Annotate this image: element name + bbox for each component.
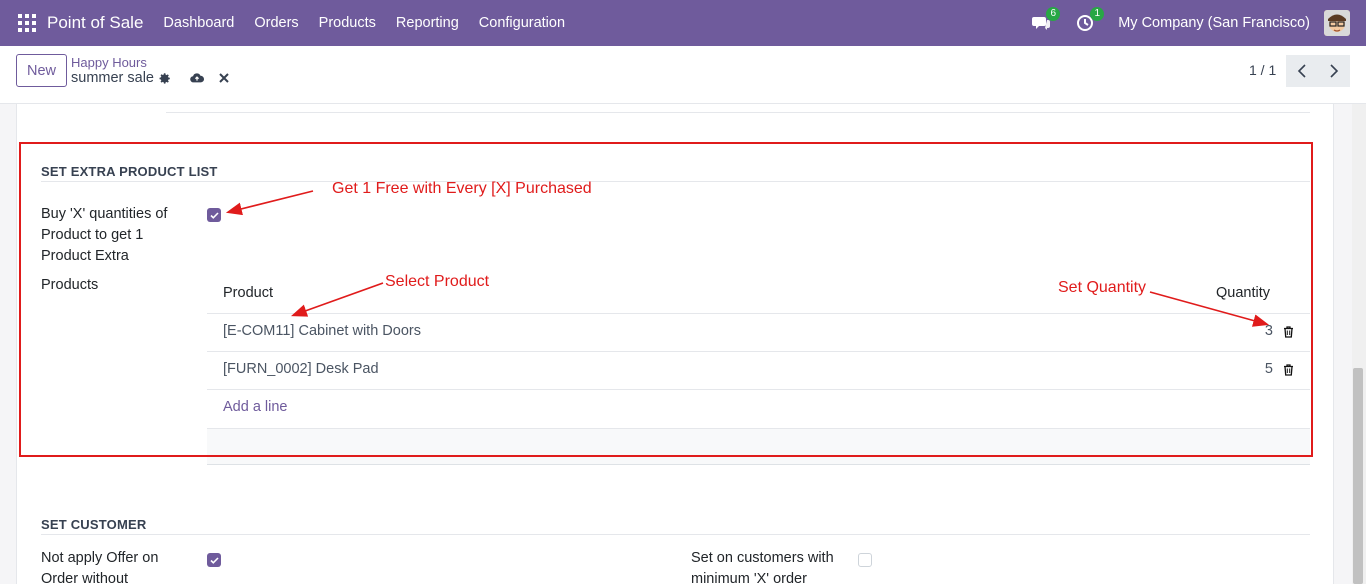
set-on-customers-checkbox[interactable] (858, 553, 872, 567)
section-title-customer: SET CUSTOMER (41, 517, 147, 532)
table-row-quantity[interactable]: 5 (1243, 361, 1273, 377)
trash-icon[interactable] (1282, 363, 1294, 376)
activities-badge: 1 (1090, 7, 1105, 21)
add-a-line-link[interactable]: Add a line (223, 399, 288, 415)
breadcrumb-parent[interactable]: Happy Hours (71, 55, 147, 70)
annotation-select-product: Select Product (385, 273, 490, 290)
section-divider (41, 181, 1310, 182)
trash-icon[interactable] (1282, 325, 1294, 338)
discard-close-icon[interactable] (217, 71, 231, 85)
table-row-product[interactable]: [E-COM11] Cabinet with Doors (223, 323, 421, 339)
table-row-divider (207, 389, 1310, 390)
check-icon (209, 556, 219, 564)
new-button[interactable]: New (16, 54, 67, 87)
products-label: Products (41, 277, 99, 293)
annotation-free-note: Get 1 Free with Every [X] Purchased (332, 180, 592, 197)
buy-x-label: Buy 'X' quantities of Product to get 1 P… (41, 206, 168, 264)
apps-menu-icon[interactable] (18, 14, 36, 32)
set-on-customers-label: Set on customers with minimum 'X' order (691, 550, 834, 584)
activities-clock-icon[interactable]: 1 (1074, 7, 1105, 34)
table-row-divider (207, 351, 1310, 352)
section-title-extra-product: SET EXTRA PRODUCT LIST (41, 164, 218, 179)
pager-previous-button[interactable] (1286, 55, 1318, 87)
record-name: summer sale (71, 70, 154, 86)
company-switcher[interactable]: My Company (San Francisco) (1118, 15, 1310, 31)
menu-orders[interactable]: Orders (254, 15, 298, 31)
column-header-product[interactable]: Product (223, 285, 273, 301)
check-icon (209, 211, 219, 219)
section-divider (41, 534, 1310, 535)
pager-value[interactable]: 1 / 1 (1249, 62, 1276, 78)
menu-configuration[interactable]: Configuration (479, 15, 565, 31)
annotation-set-quantity: Set Quantity (1058, 279, 1147, 296)
menu-products[interactable]: Products (319, 15, 376, 31)
top-navbar: Point of Sale Dashboard Orders Products … (0, 0, 1366, 46)
user-avatar[interactable] (1324, 10, 1350, 36)
pager-next-button[interactable] (1318, 55, 1350, 87)
menu-reporting[interactable]: Reporting (396, 15, 459, 31)
cloud-save-icon[interactable] (190, 71, 204, 85)
not-apply-offer-label: Not apply Offer on Order without (41, 550, 159, 584)
navbar-systray: 6 1 My Company (San Francisco) (1030, 0, 1350, 46)
control-panel: New Happy Hours summer sale 1 / 1 (0, 46, 1366, 104)
divider (166, 112, 1310, 113)
scrollbar-thumb[interactable] (1353, 368, 1363, 584)
not-apply-offer-checkbox[interactable] (207, 553, 221, 567)
gear-icon[interactable] (157, 71, 171, 85)
app-name[interactable]: Point of Sale (47, 13, 143, 33)
table-footer (207, 428, 1310, 465)
menu-dashboard[interactable]: Dashboard (163, 15, 234, 31)
column-header-quantity[interactable]: Quantity (1216, 285, 1270, 301)
table-row-quantity[interactable]: 3 (1243, 323, 1273, 339)
buy-x-checkbox[interactable] (207, 208, 221, 222)
messages-badge: 6 (1046, 7, 1061, 21)
table-header-divider (207, 313, 1310, 314)
messages-icon[interactable]: 6 (1030, 7, 1061, 34)
table-row-product[interactable]: [FURN_0002] Desk Pad (223, 361, 379, 377)
